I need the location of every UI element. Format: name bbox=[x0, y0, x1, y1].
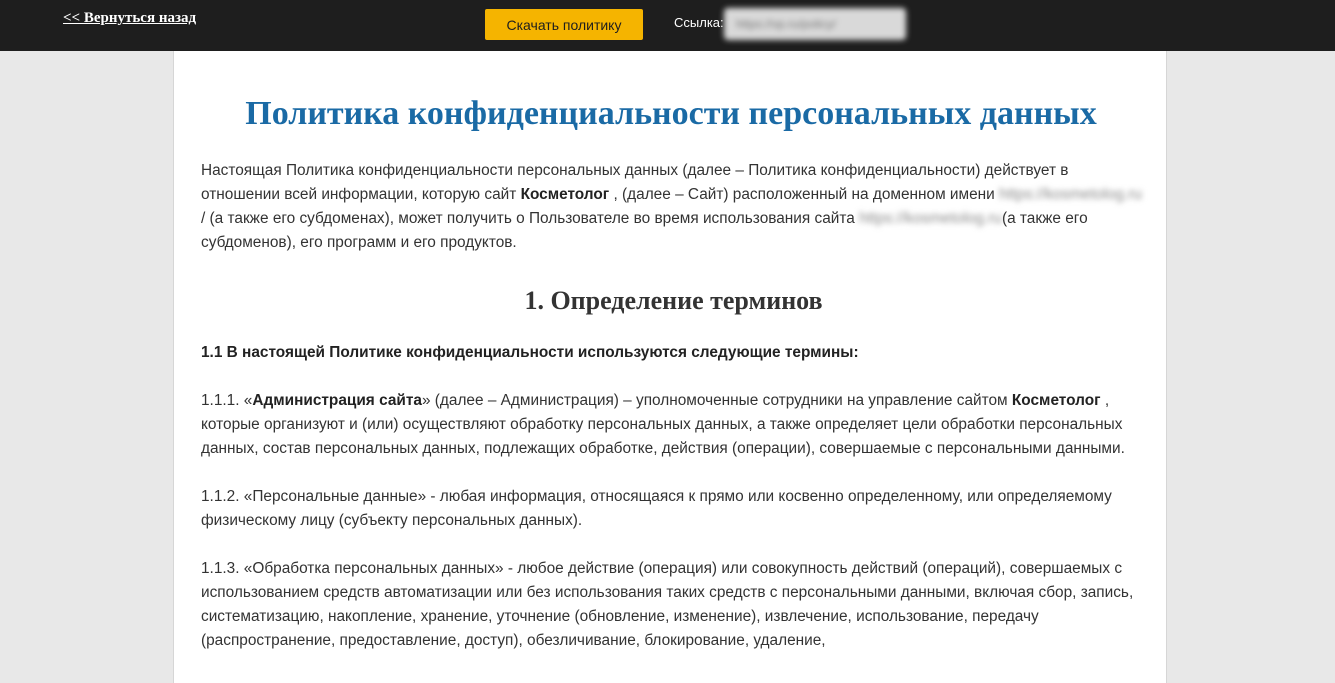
back-link[interactable]: << Вернуться назад bbox=[63, 10, 196, 27]
term-text: » (далее – Администрация) – уполномоченн… bbox=[421, 392, 1012, 409]
top-bar: << Вернуться назад Скачать политику Ссыл… bbox=[0, 0, 1335, 51]
term-1-1-1: 1.1.1. «Администрация сайта» (далее – Ад… bbox=[201, 389, 1146, 461]
policy-page: Политика конфиденциальности персональных… bbox=[173, 51, 1167, 683]
site-name: Косметолог bbox=[520, 186, 610, 203]
site-name: Косметолог bbox=[1011, 392, 1101, 409]
term-1-1-2: 1.1.2. «Персональные данные» - любая инф… bbox=[201, 488, 1112, 529]
terms-lead: 1.1 В настоящей Политике конфиденциально… bbox=[201, 341, 1146, 365]
download-policy-button[interactable]: Скачать политику bbox=[485, 9, 643, 40]
terms-lead-text: 1.1 В настоящей Политике конфиденциально… bbox=[201, 344, 859, 361]
link-value: https://vp.ru/policy/ bbox=[736, 17, 837, 31]
section-title: 1. Определение терминов bbox=[524, 286, 823, 315]
link-label: Ссылка: bbox=[674, 15, 724, 30]
term-text: 1.1.1. « bbox=[201, 392, 253, 409]
link-field[interactable]: https://vp.ru/policy/ bbox=[724, 8, 906, 40]
policy-content: Настоящая Политика конфиденциальности пе… bbox=[201, 159, 1146, 653]
page-title: Политика конфиденциальности персональных… bbox=[245, 95, 1097, 132]
domain-link[interactable]: https://kosmetolog.ru bbox=[859, 207, 1002, 231]
intro-paragraph: Настоящая Политика конфиденциальности пе… bbox=[201, 159, 1146, 255]
intro-text: / (а также его субдоменах), может получи… bbox=[201, 210, 860, 227]
domain-link[interactable]: https://kosmetolog.ru bbox=[999, 183, 1142, 207]
intro-text: , (далее – Сайт) расположенный на доменн… bbox=[609, 186, 1000, 203]
term-1-1-3: 1.1.3. «Обработка персональных данных» -… bbox=[201, 560, 1134, 649]
term-name: Администрация сайта bbox=[252, 392, 422, 409]
